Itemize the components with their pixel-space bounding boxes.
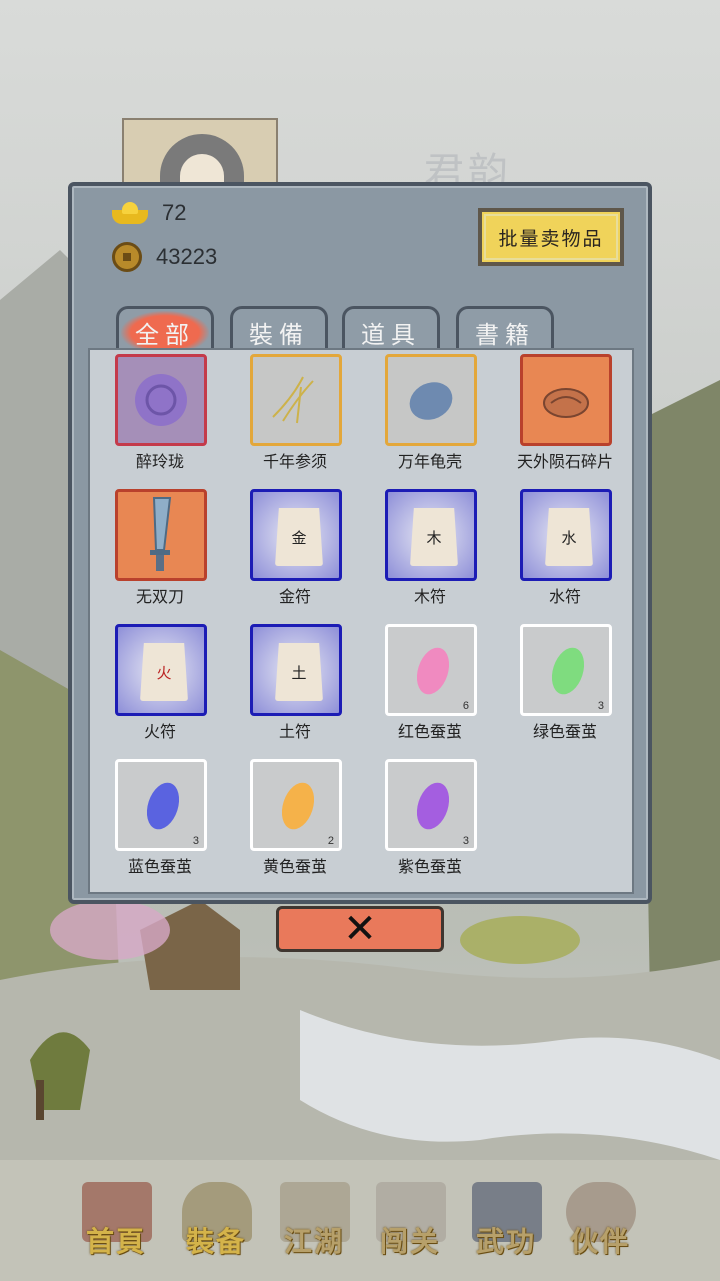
- tab-all[interactable]: 全部: [116, 306, 214, 354]
- nav-home[interactable]: 首頁: [68, 1178, 164, 1274]
- item-name: 绿色蚕茧: [532, 722, 597, 741]
- ingot-currency: 72: [112, 200, 186, 226]
- inventory-modal: 72 43223 批量卖物品 全部 裝備 道具 書籍 醉玲珑 千年参须 万年龟壳…: [68, 182, 652, 904]
- turtle-shell-icon: [409, 382, 453, 420]
- cocoon-icon: [276, 778, 320, 834]
- item-slot[interactable]: 6: [385, 624, 477, 716]
- item-name: 紫色蚕茧: [397, 857, 462, 876]
- jade-disc-icon: [135, 374, 187, 426]
- nav-martial-arts[interactable]: 武功: [458, 1178, 554, 1274]
- item-name: 木符: [413, 587, 446, 606]
- item-count: 2: [327, 835, 334, 847]
- nav-label: 闯关: [379, 1225, 440, 1258]
- item-name: 无双刀: [135, 587, 184, 606]
- ginseng-icon: [272, 376, 314, 424]
- item-slot[interactable]: [250, 354, 342, 446]
- item-slot[interactable]: [520, 354, 612, 446]
- cocoon-icon: [411, 643, 455, 699]
- item-slot[interactable]: 水: [520, 489, 612, 581]
- item-name: 火符: [143, 722, 176, 741]
- nav-label: 伙伴: [569, 1225, 630, 1258]
- nav-label: 武功: [475, 1225, 536, 1258]
- talisman-icon: 木: [410, 508, 458, 566]
- item-name: 千年参须: [262, 452, 327, 471]
- item-count: 3: [597, 700, 604, 712]
- nav-equipment[interactable]: 裝备: [168, 1178, 264, 1274]
- ingot-amount: 72: [162, 200, 187, 225]
- item-slot[interactable]: 土: [250, 624, 342, 716]
- tab-props[interactable]: 道具: [342, 306, 440, 352]
- item-count: 3: [192, 835, 199, 847]
- item-name: 蓝色蚕茧: [127, 857, 192, 876]
- broadsword-icon: [150, 497, 172, 571]
- item-grid: 醉玲珑 千年参须 万年龟壳 天外陨石碎片 无双刀 金 金符 木 木符 水 水符: [88, 348, 634, 894]
- item-name: 醉玲珑: [135, 452, 184, 471]
- coin-currency: 43223: [112, 242, 217, 272]
- item-slot[interactable]: 木: [385, 489, 477, 581]
- item-slot[interactable]: 3: [115, 759, 207, 851]
- item-name: 红色蚕茧: [397, 722, 462, 741]
- talisman-icon: 土: [275, 643, 323, 701]
- item-slot[interactable]: 金: [250, 489, 342, 581]
- item-slot[interactable]: [115, 489, 207, 581]
- item-name: 土符: [278, 722, 311, 741]
- talisman-icon: 金: [275, 508, 323, 566]
- cocoon-icon: [141, 778, 185, 834]
- talisman-icon: 水: [545, 508, 593, 566]
- item-name: 金符: [278, 587, 311, 606]
- item-slot[interactable]: 3: [520, 624, 612, 716]
- item-name: 万年龟壳: [397, 452, 462, 471]
- bulk-sell-button[interactable]: 批量卖物品: [478, 208, 624, 266]
- copper-coin-icon: [112, 242, 142, 272]
- item-slot[interactable]: 火: [115, 624, 207, 716]
- item-name: 天外陨石碎片: [516, 452, 613, 471]
- talisman-icon: 火: [140, 643, 188, 701]
- item-count: 3: [462, 835, 469, 847]
- nav-challenge[interactable]: 闯关: [362, 1178, 458, 1274]
- item-slot[interactable]: [385, 354, 477, 446]
- meteorite-icon: [543, 388, 589, 418]
- tab-label: 裝備: [249, 321, 309, 349]
- tab-equipment[interactable]: 裝備: [230, 306, 328, 352]
- nav-label: 江湖: [283, 1225, 344, 1258]
- tab-label: 道具: [361, 321, 421, 349]
- item-count: 6: [462, 700, 469, 712]
- tab-label: 書籍: [475, 321, 535, 349]
- cocoon-icon: [411, 778, 455, 834]
- cocoon-icon: [546, 643, 590, 699]
- nav-jianghu[interactable]: 江湖: [266, 1178, 362, 1274]
- nav-label: 裝备: [185, 1225, 246, 1258]
- item-name: 水符: [548, 587, 581, 606]
- bottom-nav: 首頁 裝备 江湖 闯关 武功 伙伴: [0, 1178, 720, 1281]
- item-slot[interactable]: 2: [250, 759, 342, 851]
- close-button[interactable]: ✕: [276, 906, 444, 952]
- close-icon: ✕: [343, 906, 377, 952]
- item-slot[interactable]: [115, 354, 207, 446]
- gold-ingot-icon: [112, 202, 148, 224]
- nav-label: 首頁: [85, 1225, 146, 1258]
- nav-companions[interactable]: 伙伴: [552, 1178, 648, 1274]
- tab-books[interactable]: 書籍: [456, 306, 554, 352]
- item-slot[interactable]: 3: [385, 759, 477, 851]
- coin-amount: 43223: [156, 244, 218, 269]
- item-name: 黄色蚕茧: [262, 857, 327, 876]
